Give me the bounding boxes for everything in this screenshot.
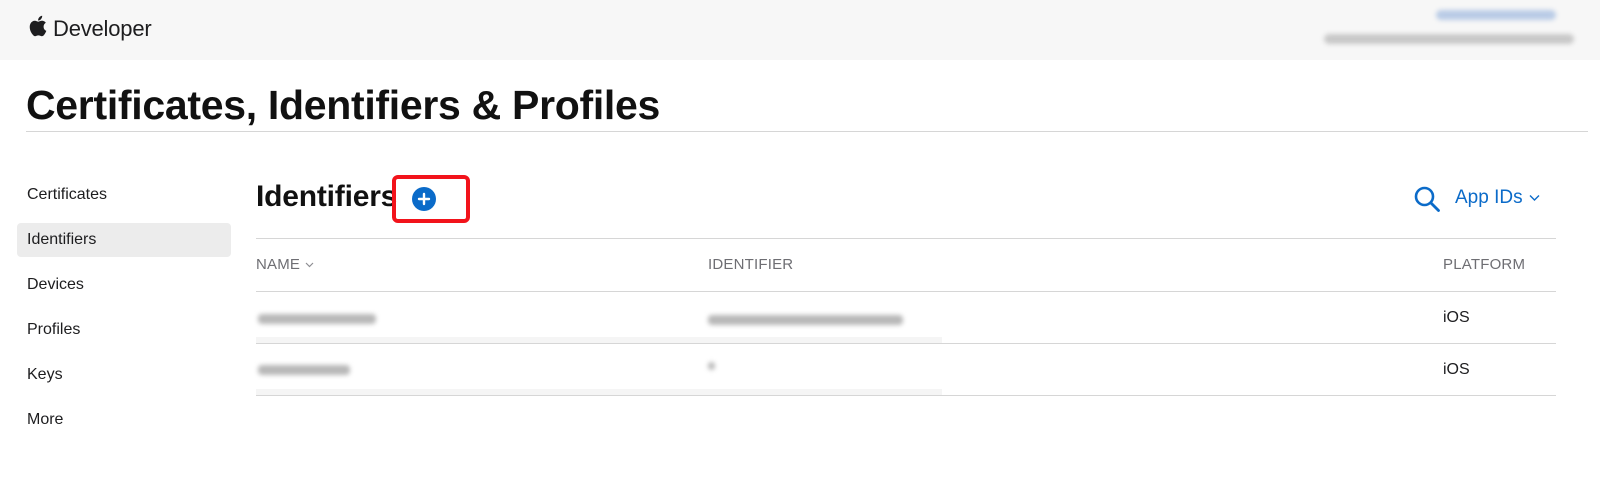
title-divider [26, 131, 1588, 132]
account-name-redacted[interactable] [1436, 10, 1556, 20]
platform-cell: iOS [1443, 361, 1470, 378]
table-header: NAME IDENTIFIER PLATFORM [256, 239, 1556, 291]
developer-home-link[interactable]: Developer [27, 14, 152, 43]
column-header-name[interactable]: NAME [256, 239, 314, 291]
apple-logo-icon [27, 14, 47, 43]
sidebar-item-keys[interactable]: Keys [17, 358, 231, 392]
dropdown-selected-value: App IDs [1455, 187, 1523, 208]
column-header-name-label: NAME [256, 256, 301, 273]
column-header-identifier: IDENTIFIER [708, 256, 794, 273]
table-row[interactable]: iOS [256, 344, 1556, 395]
platform-cell: iOS [1443, 309, 1470, 326]
search-icon [1414, 186, 1440, 212]
page-title: Certificates, Identifiers & Profiles [26, 82, 661, 128]
sidebar-item-profiles[interactable]: Profiles [17, 313, 231, 347]
highlight-annotation [392, 175, 470, 223]
column-header-platform: PLATFORM [1443, 256, 1526, 273]
account-menu[interactable] [1314, 8, 1574, 54]
sidebar-item-more[interactable]: More [17, 403, 231, 437]
name-cell-redacted [258, 365, 350, 375]
sort-chevron-icon [305, 262, 314, 268]
account-team-redacted [1324, 34, 1574, 44]
sidebar: Certificates Identifiers Devices Profile… [17, 178, 231, 448]
sidebar-item-devices[interactable]: Devices [17, 268, 231, 302]
table-bottom-divider [256, 395, 1556, 396]
identifier-cell-redacted [708, 362, 715, 370]
chevron-down-icon [1529, 195, 1540, 201]
identifier-type-dropdown[interactable]: App IDs [1455, 187, 1540, 209]
sidebar-item-identifiers[interactable]: Identifiers [17, 223, 231, 257]
name-cell-redacted [258, 314, 376, 324]
table-row[interactable]: iOS [256, 292, 1556, 343]
identifiers-table: NAME IDENTIFIER PLATFORM iOS iOS [256, 238, 1556, 396]
identifier-cell-redacted [708, 315, 903, 325]
search-button[interactable] [1413, 185, 1441, 213]
top-navigation-bar: Developer [0, 0, 1600, 60]
section-heading: Identifiers [256, 180, 398, 213]
sidebar-item-certificates[interactable]: Certificates [17, 178, 231, 212]
brand-label: Developer [53, 15, 152, 41]
row-shade [256, 389, 942, 395]
row-shade [256, 337, 942, 343]
